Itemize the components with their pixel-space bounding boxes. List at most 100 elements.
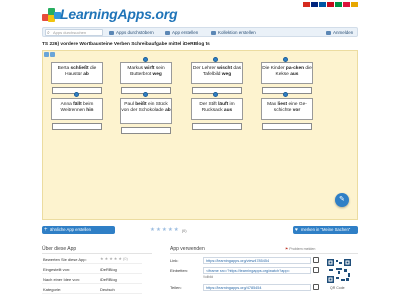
card-verb: pa-cken [285, 66, 305, 71]
info-label: Kategorie: [43, 287, 62, 292]
search-icon: ⌕ [47, 30, 50, 36]
copy-icon[interactable] [313, 257, 319, 263]
answer-slot[interactable] [192, 123, 242, 130]
sentence-card[interactable]: Markus wirft sein Butterbrot weg [120, 62, 172, 84]
page-title: TS 226) vordere Wortbausteine Verben Sch… [42, 42, 210, 47]
heart-icon: ♥ [295, 227, 298, 233]
star-icon[interactable]: ★ [118, 257, 122, 261]
report-label: Problem melden [289, 247, 316, 251]
connector-dot[interactable] [283, 92, 288, 97]
report-flag-icon: ⚑ [285, 247, 289, 251]
answer-slot[interactable] [262, 123, 312, 130]
flag-icon[interactable] [303, 2, 310, 7]
card-verb: beißt [135, 102, 147, 107]
logo-cubes-icon [42, 4, 62, 24]
info-row-category: Kategorie: Deutsch [42, 285, 142, 294]
sentence-card[interactable]: Paul beißt ein Stück von der Schokolade … [120, 98, 172, 124]
pencil-icon [165, 30, 170, 35]
info-label: Bewerten Sie diese App: [43, 257, 87, 262]
nav-browse-apps[interactable]: Apps durchstöbern [109, 28, 154, 37]
flag-icon[interactable] [319, 2, 326, 7]
flag-icon[interactable] [351, 2, 358, 7]
share-field[interactable]: https://learningapps.org/4785454 [203, 284, 311, 291]
flag-icon[interactable] [327, 2, 334, 7]
star-icon[interactable]: ★ [174, 227, 179, 233]
header: LearningApps.org [0, 0, 400, 26]
info-row-idea: Nach einer Idee von: iDeRBlog [42, 275, 142, 284]
card-verb: wischt [217, 66, 233, 71]
star-icon[interactable]: ★ [150, 227, 155, 233]
sentence-card[interactable]: Der Lehrer wischt das Tafelbild weg [191, 62, 243, 84]
sentence-card[interactable]: Berta schließt die Haustür ab [51, 62, 103, 84]
star-icon[interactable]: ★ [100, 257, 104, 261]
idea-author-link[interactable]: iDeRBlog [100, 275, 117, 284]
card-prefix: aus [290, 71, 299, 77]
sentence-card[interactable]: Anna fällt beim Weitrennen hin [51, 98, 103, 120]
fullscreen-icon[interactable] [44, 52, 49, 57]
card-text: Paul [124, 102, 136, 107]
card-text: Anna [60, 102, 74, 107]
qr-code-icon[interactable] [326, 258, 352, 284]
copy-icon[interactable] [313, 267, 319, 273]
search-input[interactable]: ⌕ Apps durchsuchen [45, 29, 103, 36]
connector-dot[interactable] [213, 92, 218, 97]
info-label: Nach einer Idee von: [43, 277, 80, 282]
copy-icon[interactable] [313, 284, 319, 290]
rating-count: (0) [181, 227, 187, 233]
report-problem-link[interactable]: ⚑Problem melden [285, 247, 315, 251]
sentence-card[interactable]: Max liest eine Ge-schichte vor [261, 98, 313, 120]
card-prefix: vor [292, 107, 301, 113]
star-icon[interactable]: ★ [168, 227, 173, 233]
user-icon [326, 30, 331, 35]
search-placeholder: Apps durchsuchen [53, 30, 87, 35]
answer-slot[interactable] [121, 127, 171, 134]
nav-create-collection[interactable]: Kollektion erstellen [211, 28, 256, 37]
use-row-link: Link: https://learningapps.org/view47854… [170, 256, 320, 265]
card-text: Der Stift [199, 102, 219, 107]
nav-collection-label: Kollektion erstellen [218, 30, 256, 35]
card-text: Der Lehrer [192, 66, 218, 71]
card-prefix: ab [165, 107, 171, 113]
rating[interactable]: ★ ★ ★ ★ ★ (0) [150, 227, 187, 233]
flag-icon[interactable] [311, 2, 318, 7]
nav-login[interactable]: Anmelden [326, 28, 353, 37]
save-label: merken in "Meine Sachen" [301, 227, 351, 232]
author-link[interactable]: iDeRBlog [100, 265, 117, 274]
answer-slot[interactable] [52, 123, 102, 130]
card-prefix: hin [86, 107, 94, 113]
about-title: Über diese App [42, 246, 77, 252]
navbar: ⌕ Apps durchsuchen Apps durchstöbern App… [42, 27, 358, 37]
star-icon[interactable]: ★ [105, 257, 109, 261]
use-label: Einbetten: [170, 268, 189, 273]
nav-create-app[interactable]: App erstellen [165, 28, 198, 37]
star-icon[interactable]: ★ [109, 257, 113, 261]
check-button[interactable]: ✎ [335, 193, 349, 207]
sound-icon[interactable] [50, 52, 55, 57]
connector-dot[interactable] [74, 92, 79, 97]
link-field[interactable]: https://learningapps.org/view4785454 [203, 257, 311, 264]
info-row-rating: Bewerten Sie diese App: ★ ★ ★ ★ ★ (0) [42, 255, 142, 264]
language-flags [303, 2, 358, 7]
sentence-card[interactable]: Der Stift läuft im Rucksack aus [191, 98, 243, 120]
embed-field[interactable]: <iframe src="https://learningapps.org/wa… [203, 267, 311, 274]
star-icon[interactable]: ★ [114, 257, 118, 261]
flag-icon[interactable] [343, 2, 350, 7]
flag-icon[interactable] [335, 2, 342, 7]
card-verb: schließt [70, 66, 89, 71]
create-similar-app-button[interactable]: + ähnliche App erstellen [42, 226, 115, 234]
connector-dot[interactable] [143, 92, 148, 97]
logo-text: LearningApps.org [60, 6, 178, 22]
mini-rating[interactable]: ★ ★ ★ ★ ★ (0) [100, 257, 128, 261]
star-icon[interactable]: ★ [162, 227, 167, 233]
card-text: Berta [57, 66, 71, 71]
save-to-my-things-button[interactable]: ♥ merken in "Meine Sachen" [293, 226, 358, 234]
star-icon[interactable]: ★ [156, 227, 161, 233]
category-link[interactable]: Deutsch [100, 285, 115, 294]
logo[interactable]: LearningApps.org [42, 4, 192, 24]
sentence-card[interactable]: Die Kinder pa-cken die Kekse aus [261, 62, 313, 84]
nav-login-label: Anmelden [333, 30, 354, 35]
plus-icon: + [44, 227, 48, 233]
app-area: Berta schließt die Haustür ab Markus wir… [42, 50, 358, 220]
embed-fullscreen-option[interactable]: Vollbild [203, 275, 213, 279]
toolbar [44, 52, 55, 57]
